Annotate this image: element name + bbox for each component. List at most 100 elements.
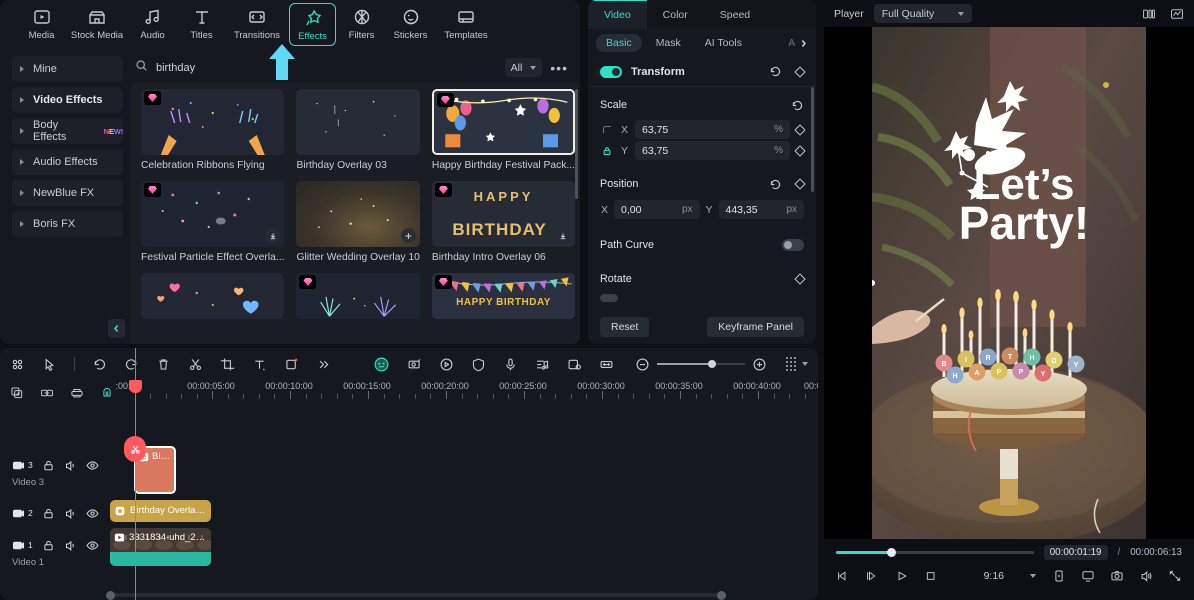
sidebar-item-newblue-fx[interactable]: NewBlue FX — [12, 180, 123, 206]
lock-icon[interactable] — [42, 459, 55, 472]
lock-icon[interactable] — [42, 507, 55, 520]
mute-icon[interactable] — [64, 459, 77, 472]
effect-card[interactable]: Festival Particle Effect Overla... — [141, 181, 285, 263]
seek-handle[interactable] — [887, 547, 897, 557]
subtab-basic[interactable]: Basic — [596, 34, 642, 52]
playhead[interactable] — [124, 348, 146, 600]
subtab-ai-tools[interactable]: AI Tools — [695, 34, 752, 52]
path-curve-toggle[interactable] — [782, 239, 804, 251]
chevron-down-icon[interactable] — [802, 362, 808, 366]
reset-icon[interactable] — [769, 65, 782, 78]
panel-grip-icon[interactable] — [786, 357, 796, 371]
effect-card[interactable]: HAPPY BIRTHDAY Birthday Intro Overlay 06 — [431, 181, 575, 263]
effects-scrollbar[interactable] — [575, 89, 578, 199]
tab-video[interactable]: Video — [588, 0, 647, 29]
tab-filters[interactable]: Filters — [338, 3, 385, 44]
render-icon[interactable] — [70, 386, 84, 400]
prev-frame-button[interactable] — [836, 569, 849, 583]
stop-button[interactable] — [924, 569, 937, 583]
tab-audio[interactable]: Audio — [129, 3, 176, 44]
scrollbar-handle-left[interactable] — [106, 590, 115, 600]
effect-card[interactable] — [296, 273, 420, 319]
next-frame-button[interactable] — [865, 569, 878, 583]
tab-color[interactable]: Color — [647, 0, 704, 29]
tab-effects[interactable]: Effects — [289, 3, 336, 46]
timeline-clip-video-2[interactable]: Birthday Overlay ... — [110, 500, 211, 522]
cast-screen-icon[interactable] — [1081, 569, 1095, 583]
sidebar-item-video-effects[interactable]: Video Effects — [12, 87, 123, 113]
effect-card[interactable]: + Glitter Wedding Overlay 10 — [296, 181, 420, 263]
scope-icon[interactable] — [1170, 7, 1184, 21]
text-icon[interactable] — [252, 357, 267, 372]
video-preview[interactable]: B I R T H D Y H A P P Y Let’s Party! — [872, 27, 1146, 539]
select-tool-icon[interactable] — [42, 357, 57, 372]
keyframe-icon[interactable] — [794, 178, 806, 190]
timeline-clip-video-1[interactable]: 3331834-uhd_21... — [110, 528, 211, 566]
fit-icon[interactable] — [599, 357, 614, 372]
zoom-in-button[interactable] — [752, 357, 767, 372]
scale-lock-icon[interactable] — [600, 146, 614, 156]
motion-tracking-icon[interactable] — [439, 357, 454, 372]
rotate-slider[interactable] — [600, 294, 618, 302]
delete-icon[interactable] — [156, 357, 171, 372]
effect-card[interactable]: Birthday Overlay 03 — [296, 89, 420, 171]
visibility-icon[interactable] — [86, 539, 99, 552]
add-icon[interactable]: + — [400, 228, 416, 243]
reset-icon[interactable] — [769, 178, 782, 191]
effect-card[interactable]: Celebration Ribbons Flying — [141, 89, 285, 171]
zoom-slider[interactable] — [657, 360, 745, 368]
reset-icon[interactable] — [791, 99, 804, 112]
lock-icon[interactable] — [42, 539, 55, 552]
visibility-icon[interactable] — [86, 507, 99, 520]
filter-dropdown[interactable]: All — [504, 58, 543, 77]
effect-card[interactable]: Happy Birthday Festival Pack... — [431, 89, 575, 171]
scale-x-input[interactable]: 63,75 % — [635, 120, 790, 139]
seek-bar[interactable] — [836, 547, 1034, 557]
keyframe-icon[interactable] — [794, 273, 806, 285]
tab-stickers[interactable]: Stickers — [387, 3, 434, 44]
subtab-overflow[interactable]: A — [788, 38, 808, 49]
zoom-out-button[interactable] — [635, 357, 650, 372]
device-preview-icon[interactable] — [1052, 569, 1066, 583]
sidebar-item-audio-effects[interactable]: Audio Effects — [12, 149, 123, 175]
smart-cutout-icon[interactable] — [407, 357, 422, 372]
position-x-input[interactable]: 0,00 px — [614, 200, 700, 219]
sidebar-item-boris-fx[interactable]: Boris FX — [12, 211, 123, 237]
undo-icon[interactable] — [92, 357, 107, 372]
collapse-sidebar-button[interactable] — [108, 319, 125, 338]
play-button[interactable] — [895, 569, 908, 583]
speed-ramp-icon[interactable] — [567, 357, 582, 372]
voice-record-icon[interactable] — [503, 357, 518, 372]
timeline-ruler[interactable]: :00:00 00:00:05:00 00:00:10:00 00:00:15:… — [106, 380, 818, 406]
more-icon[interactable] — [316, 357, 331, 372]
scale-y-input[interactable]: 63,75 % — [635, 141, 790, 160]
playhead-handle[interactable] — [129, 380, 142, 393]
grid-view-icon[interactable] — [10, 357, 25, 372]
link-icon[interactable] — [40, 386, 54, 400]
zoom-slider-handle[interactable] — [707, 360, 716, 368]
keyframe-icon[interactable] — [794, 144, 806, 157]
tab-titles[interactable]: Titles — [178, 3, 225, 44]
add-media-icon[interactable] — [10, 386, 24, 400]
tab-templates[interactable]: Templates — [436, 3, 496, 44]
tab-speed[interactable]: Speed — [704, 0, 766, 29]
more-options-button[interactable]: ••• — [550, 61, 568, 75]
sidebar-item-mine[interactable]: Mine — [12, 56, 123, 82]
quality-dropdown[interactable]: Full Quality — [873, 4, 973, 23]
redo-icon[interactable] — [124, 357, 139, 372]
reset-button[interactable]: Reset — [600, 317, 650, 337]
keyframe-icon[interactable] — [794, 123, 806, 136]
audio-list-icon[interactable] — [535, 357, 550, 372]
keyframe-icon[interactable] — [794, 65, 806, 78]
scrollbar-handle-right[interactable] — [717, 590, 726, 600]
keyframe-panel-button[interactable]: Keyframe Panel — [707, 317, 804, 337]
transform-toggle[interactable] — [600, 65, 622, 78]
ai-face-icon[interactable] — [373, 356, 390, 373]
effect-card[interactable] — [141, 273, 285, 319]
sidebar-item-body-effects[interactable]: Body Effects NEW! — [12, 118, 123, 144]
properties-scrollbar[interactable] — [811, 87, 814, 192]
split-at-playhead-button[interactable] — [124, 436, 146, 462]
mute-icon[interactable] — [64, 507, 77, 520]
visibility-icon[interactable] — [86, 459, 99, 472]
tab-media[interactable]: Media — [18, 3, 65, 44]
